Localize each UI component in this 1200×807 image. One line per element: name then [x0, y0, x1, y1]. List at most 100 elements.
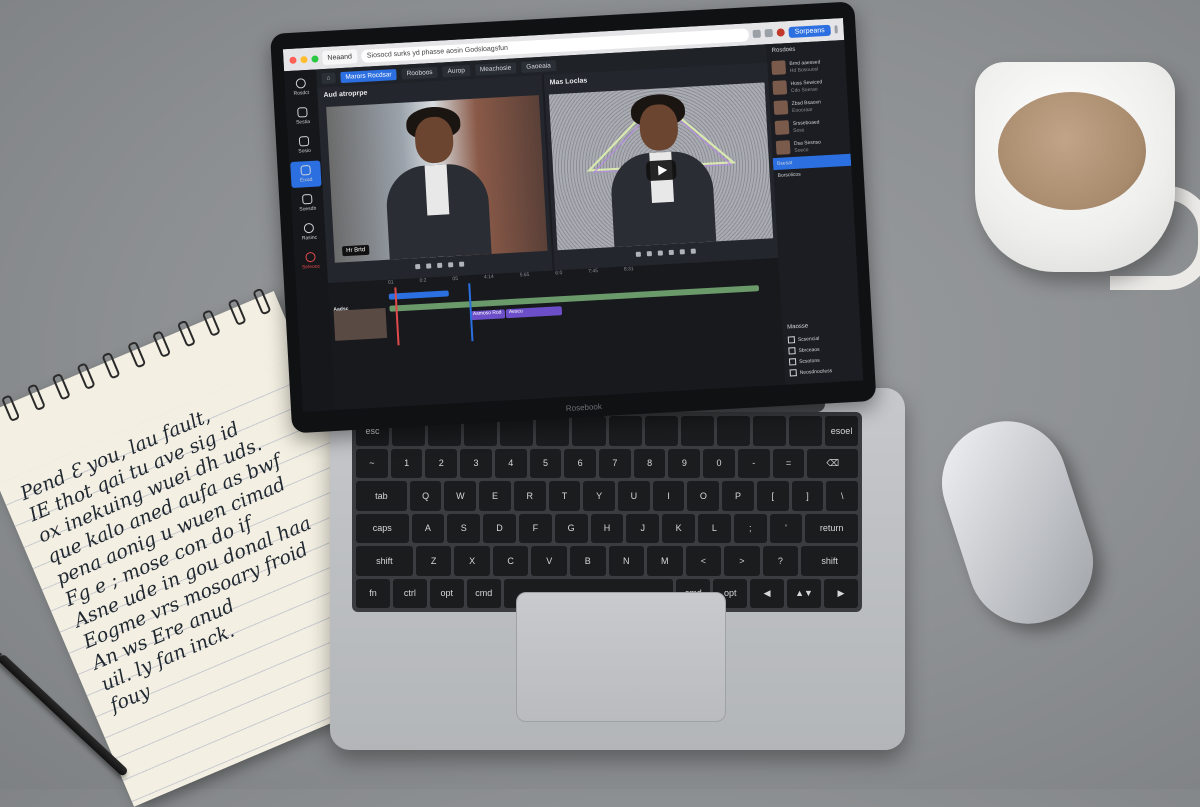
key[interactable]: return: [805, 513, 858, 543]
checkbox-icon[interactable]: [789, 369, 797, 377]
extension-icon[interactable]: [752, 29, 761, 39]
browser-tab[interactable]: Neaand: [322, 49, 358, 66]
toolbar-button-5[interactable]: Gaoeaia: [520, 59, 557, 73]
key[interactable]: 7: [599, 448, 631, 478]
bookmark-icon[interactable]: [764, 28, 773, 38]
more-menu-icon[interactable]: [834, 25, 838, 34]
key[interactable]: 1: [390, 448, 423, 478]
key[interactable]: =: [772, 448, 805, 478]
rail-item-4[interactable]: Eixad: [290, 160, 322, 189]
key[interactable]: L: [698, 513, 731, 543]
key[interactable]: ▶: [824, 578, 858, 608]
key[interactable]: I: [652, 481, 685, 511]
key[interactable]: C: [492, 546, 529, 576]
toolbar-button-3[interactable]: Aurop: [442, 64, 471, 77]
rail-item-1[interactable]: Rosdct: [285, 74, 316, 102]
key[interactable]: W: [444, 481, 477, 511]
key[interactable]: M: [647, 546, 683, 576]
key[interactable]: Q: [409, 481, 442, 511]
rail-item-5[interactable]: Soesdh: [292, 189, 323, 217]
key[interactable]: U: [618, 481, 650, 511]
key[interactable]: F: [518, 513, 552, 543]
timeline[interactable]: 01 0:2 05 4:14 5:65 6:0 7:45 8:31 Asmoso…: [327, 257, 786, 410]
key[interactable]: 3: [460, 448, 492, 478]
key[interactable]: G: [554, 513, 588, 543]
key[interactable]: ctrl: [392, 578, 427, 608]
rail-item-record[interactable]: Seleooc: [295, 247, 326, 275]
key[interactable]: Z: [415, 546, 452, 576]
key[interactable]: J: [626, 513, 660, 543]
key[interactable]: ⌫: [807, 448, 859, 478]
key[interactable]: [752, 416, 786, 446]
key[interactable]: V: [531, 546, 567, 576]
minimize-dot-icon[interactable]: [300, 55, 308, 63]
key[interactable]: >: [724, 546, 760, 576]
key[interactable]: ': [769, 513, 803, 543]
close-dot-icon[interactable]: [289, 56, 297, 64]
key[interactable]: [680, 416, 714, 446]
key[interactable]: ]: [791, 481, 824, 511]
rail-item-2[interactable]: Sestia: [287, 102, 318, 130]
trackpad[interactable]: [516, 592, 726, 722]
key[interactable]: opt: [429, 578, 464, 608]
key[interactable]: [: [756, 481, 789, 511]
key[interactable]: [536, 416, 570, 446]
key[interactable]: N: [608, 546, 645, 576]
key[interactable]: B: [569, 546, 606, 576]
key[interactable]: [572, 416, 606, 446]
play-button[interactable]: [645, 159, 677, 181]
key[interactable]: caps: [356, 513, 409, 543]
maximize-dot-icon[interactable]: [311, 54, 319, 63]
key[interactable]: 5: [529, 448, 562, 478]
key[interactable]: <: [685, 546, 722, 576]
key[interactable]: P: [722, 481, 754, 511]
key[interactable]: 0: [703, 448, 735, 478]
key[interactable]: 8: [633, 448, 666, 478]
home-icon[interactable]: ⌂: [321, 71, 336, 84]
key[interactable]: S: [447, 513, 481, 543]
profile-icon[interactable]: [776, 28, 785, 37]
key[interactable]: -: [737, 448, 770, 478]
key[interactable]: K: [662, 513, 695, 543]
toolbar-button-2[interactable]: Rooboos: [401, 66, 438, 80]
key[interactable]: ;: [733, 513, 767, 543]
key[interactable]: \: [826, 481, 859, 511]
key[interactable]: tab: [356, 481, 407, 511]
toolbar-button-4[interactable]: Meachosie: [474, 61, 517, 76]
checkbox-icon[interactable]: [788, 347, 796, 355]
key[interactable]: 6: [564, 448, 597, 478]
key[interactable]: 2: [425, 448, 458, 478]
checkbox-icon[interactable]: [787, 336, 796, 344]
key[interactable]: E: [479, 481, 511, 511]
key[interactable]: O: [687, 481, 720, 511]
key[interactable]: shift: [356, 546, 413, 576]
sign-in-button[interactable]: Sorpeans: [788, 24, 831, 38]
timeline-clip-1[interactable]: Asmoso Rod: [469, 309, 505, 321]
key[interactable]: fn: [356, 578, 390, 608]
key[interactable]: D: [483, 513, 516, 543]
key[interactable]: [644, 416, 678, 446]
timeline-track-green[interactable]: [389, 285, 760, 312]
key[interactable]: [788, 416, 823, 446]
key[interactable]: esoel: [825, 416, 859, 446]
rail-item-6[interactable]: Rasinc: [293, 218, 324, 246]
key[interactable]: [608, 416, 642, 446]
key[interactable]: A: [411, 513, 445, 543]
key[interactable]: 4: [494, 448, 527, 478]
key[interactable]: ~: [356, 448, 388, 478]
key[interactable]: R: [513, 481, 546, 511]
key[interactable]: T: [548, 481, 581, 511]
key[interactable]: ▲▼: [787, 578, 822, 608]
timeline-track-blue[interactable]: [388, 290, 449, 300]
key[interactable]: shift: [801, 546, 858, 576]
key[interactable]: Y: [583, 481, 616, 511]
timeline-thumbnail[interactable]: [333, 307, 388, 341]
timeline-clip-2[interactable]: Aescu: [505, 306, 563, 319]
key[interactable]: ?: [762, 546, 799, 576]
checkbox-icon[interactable]: [788, 358, 797, 366]
key[interactable]: 9: [668, 448, 701, 478]
key[interactable]: X: [454, 546, 490, 576]
key[interactable]: [716, 416, 750, 446]
toolbar-button-1[interactable]: Marors Rocdsar: [340, 68, 397, 83]
rail-item-3[interactable]: Sosio: [289, 131, 320, 159]
